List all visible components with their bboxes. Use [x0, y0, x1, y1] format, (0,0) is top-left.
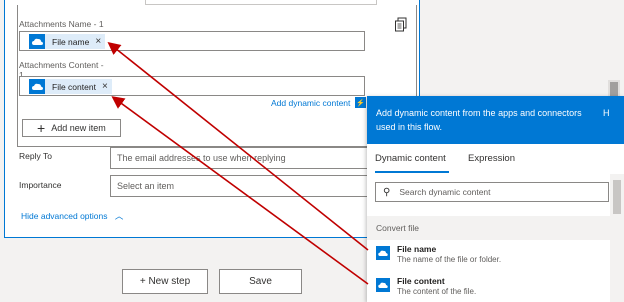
new-step-button[interactable]: + New step: [122, 269, 208, 294]
reply-to-label: Reply To: [19, 151, 52, 161]
search-icon: ⚲: [383, 186, 391, 198]
hide-advanced-options-link[interactable]: Hide advanced options ︿: [21, 210, 123, 222]
save-button[interactable]: Save: [219, 269, 302, 294]
importance-placeholder: Select an item: [117, 181, 175, 191]
remove-token-icon[interactable]: ×: [95, 36, 101, 47]
item-title: File content: [397, 276, 445, 286]
dynamic-search-input[interactable]: ⚲ Search dynamic content: [375, 182, 609, 202]
importance-label: Importance: [19, 180, 62, 190]
tab-expression[interactable]: Expression: [468, 153, 515, 164]
add-dynamic-content-link[interactable]: Add dynamic content: [271, 98, 350, 108]
onedrive-icon: [376, 278, 390, 292]
token-label: File name: [52, 36, 90, 47]
copy-icon[interactable]: [394, 17, 408, 33]
item-title: File name: [397, 244, 437, 254]
attachments-content-label-line1: Attachments Content -: [19, 60, 104, 70]
header-line-2: used in this flow.: [376, 122, 443, 132]
tab-dynamic-content[interactable]: Dynamic content: [375, 153, 446, 164]
dynamic-item-file-content[interactable]: File content The content of the file.: [367, 272, 610, 302]
reply-to-input[interactable]: The email addresses to use when replying: [110, 147, 390, 169]
onedrive-icon: [29, 34, 45, 49]
attachments-name-field[interactable]: File name ×: [19, 31, 365, 51]
dynamic-content-header: Add dynamic content from the apps and co…: [367, 96, 624, 144]
send-email-action-card: Attachments Name - 1 File name × Attachm…: [4, 0, 420, 238]
chevron-up-icon: ︿: [114, 211, 124, 221]
file-content-token[interactable]: File content ×: [29, 79, 112, 94]
importance-select[interactable]: Select an item: [110, 175, 390, 197]
dynamic-panel-scrollbar-thumb[interactable]: [613, 180, 621, 214]
hide-advanced-label: Hide advanced options: [21, 211, 108, 221]
header-trailing-text[interactable]: H: [603, 108, 610, 118]
add-new-item-button[interactable]: + Add new item: [22, 119, 121, 137]
section-header: Convert file: [367, 216, 610, 240]
search-placeholder: Search dynamic content: [399, 187, 491, 197]
attachments-name-label: Attachments Name - 1: [19, 19, 104, 29]
section-title: Convert file: [376, 223, 419, 233]
add-new-item-label: Add new item: [51, 123, 106, 133]
dynamic-content-panel: Add dynamic content from the apps and co…: [367, 96, 624, 302]
reply-to-placeholder: The email addresses to use when replying: [117, 153, 286, 163]
attachments-content-field[interactable]: File content ×: [19, 76, 365, 96]
active-tab-indicator: [375, 171, 449, 173]
token-label: File content: [52, 81, 96, 92]
item-description: The content of the file.: [397, 287, 477, 296]
dynamic-tabs: Dynamic content Expression: [367, 144, 624, 174]
remove-token-icon[interactable]: ×: [102, 81, 108, 92]
dynamic-panel-scrollbar[interactable]: [610, 174, 624, 302]
header-line-1: Add dynamic content from the apps and co…: [376, 108, 582, 118]
dynamic-item-file-name[interactable]: File name The name of the file or folder…: [367, 240, 610, 270]
plus-icon: +: [37, 120, 46, 136]
onedrive-icon: [376, 246, 390, 260]
dynamic-content-icon[interactable]: ⚡: [355, 97, 366, 108]
file-name-token[interactable]: File name ×: [29, 34, 106, 49]
onedrive-icon: [29, 79, 45, 94]
item-description: The name of the file or folder.: [397, 255, 502, 264]
